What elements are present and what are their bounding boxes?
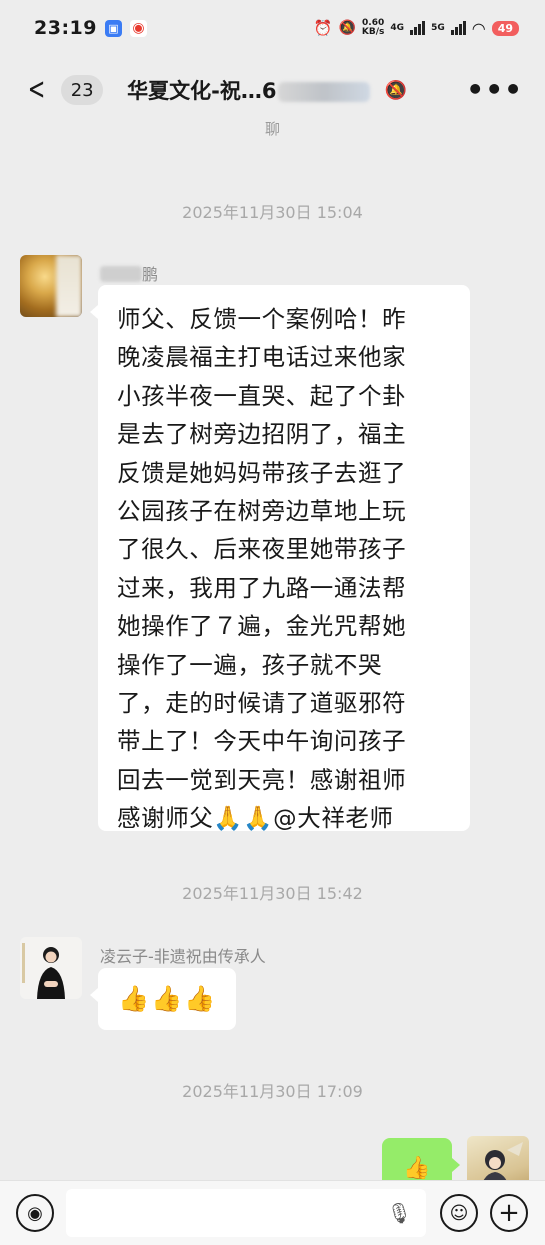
chevron-left-icon[interactable]: < — [28, 75, 46, 105]
signal-icon — [410, 21, 426, 35]
voice-input-icon[interactable]: ◉ — [16, 1194, 54, 1232]
signal-icon-2 — [450, 21, 466, 35]
emoji-icon[interactable]: ☺ — [440, 1194, 478, 1232]
timestamp: 2025年11月30日 15:42 — [182, 884, 363, 903]
alarm-icon: ⏰ — [313, 19, 333, 37]
timestamp: 2025年11月30日 15:04 — [182, 203, 363, 222]
battery-indicator: 49 — [491, 20, 519, 36]
status-time: 23:19 — [34, 17, 97, 39]
net1-label: 4G — [390, 23, 405, 33]
unread-count-badge[interactable]: 23 — [61, 75, 104, 105]
sender-name: 凌云子-非遗祝由传承人 — [100, 947, 266, 966]
sender-name: 鹏 — [100, 261, 158, 285]
weibo-icon: ◉ — [129, 19, 147, 37]
app-notification-icon: ▣ — [104, 19, 122, 37]
network-speed: 0.60 KB/s — [362, 19, 384, 37]
net2-label: 5G — [431, 23, 445, 33]
more-options-button[interactable]: ••• — [466, 76, 523, 104]
input-bar: ◉ 🎙 ☺ + — [0, 1180, 545, 1245]
sender-name-text: 鹏 — [142, 265, 159, 284]
redacted-title-part — [278, 82, 371, 102]
chat-title-text: 华夏文化-祝…6 — [127, 79, 277, 103]
chat-title: 华夏文化-祝…6 — [127, 75, 371, 105]
status-bar: 23:19 ▣ ◉ ⏰ 🔕 0.60 KB/s 4G 5G ◠ 49 — [0, 0, 545, 56]
microphone-icon[interactable]: 🎙 — [387, 1201, 412, 1225]
message-input[interactable]: 🎙 — [66, 1189, 426, 1237]
avatar[interactable] — [20, 255, 82, 317]
wifi-icon: ◠ — [471, 18, 486, 38]
avatar[interactable] — [20, 937, 82, 999]
partial-message-text: 聊 — [264, 120, 280, 138]
message-bubble[interactable]: 👍👍👍 — [90, 968, 236, 1030]
mute-notification-icon: 🔕 — [338, 20, 356, 36]
plus-icon[interactable]: + — [490, 1194, 528, 1232]
message-text-field[interactable] — [66, 1189, 387, 1237]
muted-bell-icon: 🔕 — [384, 79, 407, 101]
redacted-name-part — [100, 266, 142, 282]
chat-header: < 23 华夏文化-祝…6 🔕 ••• — [0, 56, 545, 124]
timestamp: 2025年11月30日 17:09 — [182, 1082, 363, 1101]
speed-unit: KB/s — [361, 27, 385, 37]
message-bubble[interactable]: 师父、反馈一个案例哈！昨 晚凌晨福主打电话过来他家 小孩半夜一直哭、起了个卦 是… — [90, 285, 470, 832]
person-portrait-icon — [22, 943, 65, 999]
